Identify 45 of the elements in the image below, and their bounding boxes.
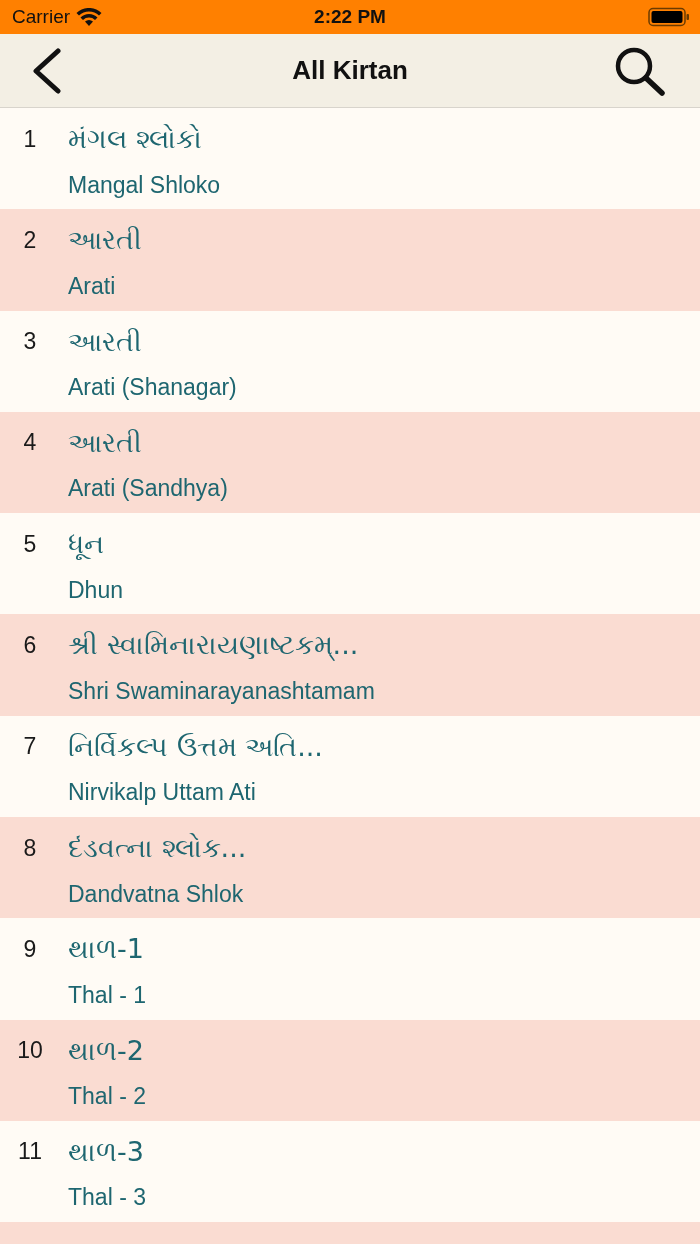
kirtan-title: મંગલ શ્લોકો (68, 123, 203, 155)
row-number: 3 (23, 328, 37, 356)
search-button[interactable] (614, 45, 666, 96)
back-button[interactable] (30, 47, 64, 94)
row-number: 2 (23, 226, 37, 254)
kirtan-subtitle: Arati (68, 272, 117, 300)
battery-icon (648, 7, 690, 27)
row-number: 4 (23, 429, 37, 457)
kirtan-subtitle: Thal - 1 (68, 981, 147, 1009)
kirtan-title: થાળ-2 (68, 1034, 145, 1067)
row-number: 5 (23, 530, 37, 558)
row-number: 8 (23, 834, 37, 862)
kirtan-subtitle: Arati (Sandhya) (68, 475, 229, 503)
kirtan-title: ધૂન (68, 528, 105, 561)
kirtan-title: આરતી (68, 325, 143, 358)
kirtan-title: થાળ-3 (68, 1135, 145, 1168)
list-row[interactable]: 4 આરતી Arati (Sandhya) (0, 411, 700, 514)
kirtan-subtitle: Dhun (68, 576, 124, 604)
kirtan-title: શ્રી સ્વામિનારાયણાષ્ટકમ્... (68, 629, 360, 662)
list-row[interactable]: 8 દંડવત્ના શ્લોક... Dandvatna Shlok (0, 817, 700, 919)
kirtan-subtitle: Thal - 3 (68, 1184, 147, 1212)
list-row[interactable]: 10 થાળ-2 Thal - 2 (0, 1019, 700, 1121)
kirtan-subtitle: Nirvikalp Uttam Ati (68, 779, 257, 807)
row-number: 1 (23, 125, 37, 153)
kirtan-title: થાળ-1 (68, 933, 145, 966)
kirtan-title: નિર્વિકલ્પ ઉત્તમ અતિ... (68, 730, 324, 763)
status-time: 2:22 PM (314, 6, 386, 27)
kirtan-title: દંડવત્ના શ્લોક... (68, 832, 248, 865)
row-number: 11 (18, 1138, 42, 1166)
list-row[interactable]: 2 આરતી Arati (0, 209, 700, 311)
kirtan-subtitle: Thal - 2 (68, 1083, 147, 1111)
row-number: 9 (23, 935, 37, 963)
kirtan-subtitle: Dandvatna Shlok (68, 880, 245, 908)
screen-title: All Kirtan (292, 55, 408, 85)
kirtan-subtitle: Shri Swaminarayanashtamam (68, 678, 376, 705)
row-number: 6 (23, 632, 37, 659)
kirtan-subtitle: Arati (Shanagar) (68, 374, 238, 402)
kirtan-subtitle: Mangal Shloko (68, 171, 222, 199)
carrier-label: Carrier (12, 6, 71, 28)
list-row[interactable]: 6 શ્રી સ્વામિનારાયણાષ્ટકમ્... Shri Swaminarayanashtamam (0, 614, 700, 716)
kirtan-title: આરતી (68, 426, 143, 459)
row-number: 7 (23, 733, 37, 761)
wifi-icon (76, 7, 103, 27)
row-number: 10 (17, 1037, 43, 1065)
kirtan-title: આરતી (68, 224, 143, 257)
